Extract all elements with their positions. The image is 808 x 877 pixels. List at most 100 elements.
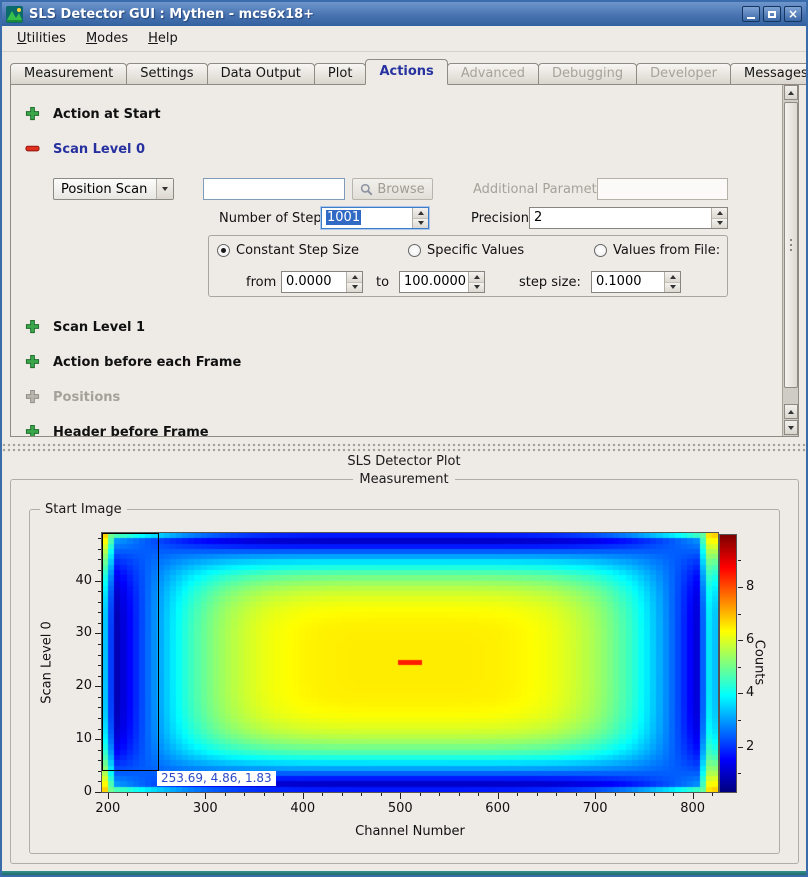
spin-up-icon[interactable] [712, 208, 727, 219]
radio-icon [594, 244, 607, 257]
spin-down-icon[interactable] [712, 219, 727, 229]
to-label: to [376, 275, 389, 290]
collapse-minus-icon[interactable] [25, 141, 40, 156]
colorbar-tick-label: 4 [746, 685, 774, 700]
scan-level-0-row[interactable]: Scan Level 0 [53, 142, 145, 157]
scan-script-input[interactable] [203, 178, 345, 200]
expand-plus-icon[interactable] [25, 424, 40, 437]
x-axis-tick-label: 500 [380, 801, 420, 816]
colorbar-minor-tick [738, 667, 741, 668]
x-axis-minor-tick [225, 793, 226, 796]
number-of-steps-spinbox[interactable]: 1001 [321, 207, 429, 229]
additional-parameter-label: Additional Parameter: [473, 182, 614, 197]
x-axis-minor-tick [361, 793, 362, 796]
actions-tab-panel: Action at Start Scan Level 0 Position Sc… [10, 84, 799, 437]
scroll-down-button[interactable] [784, 420, 798, 435]
tab-messages[interactable]: Messages [730, 63, 808, 85]
x-axis-minor-tick [654, 793, 655, 796]
colorbar-minor-tick [738, 773, 741, 774]
x-axis-minor-tick [634, 793, 635, 796]
y-axis-tick-label: 40 [55, 573, 92, 588]
y-axis-minor-tick [98, 602, 101, 603]
scan-mode-combobox[interactable]: Position Scan [53, 178, 174, 200]
radio-specific-values[interactable]: Specific Values [408, 243, 524, 258]
number-of-steps-label: Number of Steps: [219, 211, 333, 226]
precision-value: 2 [530, 208, 711, 228]
action-at-start-row[interactable]: Action at Start [53, 107, 161, 122]
x-axis-tick-label: 400 [283, 801, 323, 816]
y-axis-minor-tick [98, 549, 101, 550]
zoom-selection-rect [102, 533, 159, 771]
x-axis-tick [108, 793, 109, 799]
y-axis-minor-tick [98, 760, 101, 761]
tab-data-output[interactable]: Data Output [207, 63, 315, 85]
radio-constant-step-size[interactable]: Constant Step Size [217, 243, 359, 258]
x-axis-tick [693, 793, 694, 799]
y-axis-tick [95, 792, 101, 793]
step-size-value: 0.1000 [592, 272, 664, 292]
header-before-frame-row[interactable]: Header before Frame [53, 425, 209, 437]
browse-button: Browse [352, 178, 433, 200]
x-axis-minor-tick [420, 793, 421, 796]
vertical-scrollbar[interactable] [782, 85, 799, 437]
to-spinbox[interactable]: 100.0000 [399, 271, 485, 293]
colorbar-tick [738, 747, 743, 748]
spin-down-icon[interactable] [347, 283, 362, 293]
tab-actions[interactable]: Actions [365, 59, 447, 85]
spin-down-icon[interactable] [413, 219, 428, 229]
heatmap-canvas[interactable] [101, 532, 719, 793]
scan-level-1-row[interactable]: Scan Level 1 [53, 320, 145, 335]
colorbar-tick [738, 587, 743, 588]
y-axis-minor-tick [98, 644, 101, 645]
y-axis-minor-tick [98, 570, 101, 571]
x-axis-minor-tick [576, 793, 577, 796]
x-axis-tick-label: 300 [185, 801, 225, 816]
tab-advanced: Advanced [447, 63, 539, 85]
x-axis-minor-tick [517, 793, 518, 796]
cursor-readout: 253.69, 4.86, 1.83 [157, 771, 276, 786]
to-value: 100.0000 [400, 272, 468, 292]
scrollbar-thumb[interactable] [784, 102, 798, 388]
tab-plot[interactable]: Plot [314, 63, 367, 85]
spin-down-icon[interactable] [469, 283, 484, 293]
radio-values-from-file[interactable]: Values from File: [594, 243, 720, 258]
scroll-up-button[interactable] [784, 85, 798, 100]
tab-settings[interactable]: Settings [126, 63, 207, 85]
tab-measurement[interactable]: Measurement [10, 63, 127, 85]
radio-label: Constant Step Size [236, 243, 359, 258]
x-axis-minor-tick [264, 793, 265, 796]
spin-up-icon[interactable] [665, 272, 680, 283]
y-axis-minor-tick [98, 676, 101, 677]
spin-up-icon[interactable] [413, 208, 428, 219]
x-axis-minor-tick [556, 793, 557, 796]
x-axis-tick [400, 793, 401, 799]
x-axis-minor-tick [673, 793, 674, 796]
y-axis-tick-label: 20 [55, 678, 92, 693]
y-axis-minor-tick [98, 771, 101, 772]
scrollbar-grip-icon [790, 244, 792, 246]
spin-up-icon[interactable] [469, 272, 484, 283]
expand-plus-icon[interactable] [25, 319, 40, 334]
x-axis-minor-tick [478, 793, 479, 796]
from-spinbox[interactable]: 0.0000 [281, 271, 363, 293]
spin-up-icon[interactable] [347, 272, 362, 283]
x-axis-title: Channel Number [310, 824, 510, 839]
precision-spinbox[interactable]: 2 [529, 207, 728, 229]
x-axis-minor-tick [381, 793, 382, 796]
spin-down-icon[interactable] [665, 283, 680, 293]
x-axis-minor-tick [244, 793, 245, 796]
y-axis-minor-tick [98, 623, 101, 624]
x-axis-tick-label: 700 [575, 801, 615, 816]
additional-parameter-input [597, 178, 728, 200]
y-axis-minor-tick [98, 729, 101, 730]
x-axis-minor-tick [147, 793, 148, 796]
step-size-spinbox[interactable]: 0.1000 [591, 271, 681, 293]
action-before-frame-row[interactable]: Action before each Frame [53, 355, 241, 370]
scan-mode-value: Position Scan [54, 182, 156, 197]
expand-plus-icon[interactable] [25, 106, 40, 121]
y-axis-minor-tick [98, 655, 101, 656]
y-axis-tick-label: 30 [55, 625, 92, 640]
scroll-up-button[interactable] [784, 404, 798, 419]
expand-plus-icon[interactable] [25, 354, 40, 369]
x-axis-minor-tick [712, 793, 713, 796]
